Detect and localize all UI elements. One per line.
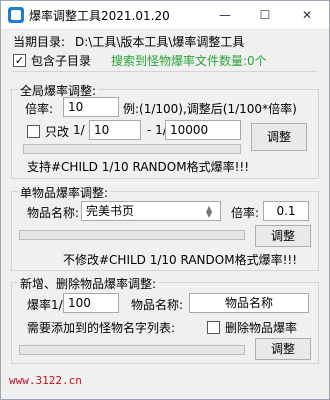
item-progress-bar	[19, 230, 245, 240]
add-rate-input[interactable]: 100	[63, 293, 119, 313]
footer-site-text: www.3122.cn	[9, 374, 82, 387]
add-item-name-input[interactable]: 物品名称	[189, 293, 309, 313]
current-dir-label: 当期目录:	[13, 35, 66, 49]
item-name-label: 物品名称:	[27, 206, 80, 220]
item-name-value: 完美书页	[86, 204, 135, 218]
item-group-legend: 单物品爆率调整:	[18, 184, 111, 201]
global-adjust-button[interactable]: 调整	[251, 123, 307, 151]
global-progress-bar	[23, 144, 241, 154]
search-result-text: 搜索到怪物爆率文件数量:0个	[111, 54, 267, 68]
include-subdirs-checkbox[interactable]: ✓	[13, 54, 26, 67]
range-prefix: 1/	[73, 123, 85, 137]
global-rate-input[interactable]: 10	[63, 97, 119, 117]
global-note: 支持#CHILD 1/10 RANDOM格式爆率!!!	[27, 160, 250, 174]
only-change-label: 只改	[45, 125, 70, 139]
range-dash: - 1/	[147, 123, 167, 137]
close-button[interactable]: ✕	[287, 1, 327, 29]
add-progress-bar	[19, 345, 245, 355]
app-icon	[8, 7, 24, 23]
item-rate-input[interactable]: 0.1	[263, 201, 309, 221]
add-rate-label: 爆率1/	[27, 298, 63, 312]
item-name-input[interactable]: 完美书页 ▲ ▼	[81, 201, 221, 221]
only-change-checkbox[interactable]	[27, 125, 40, 138]
item-adjust-button[interactable]: 调整	[255, 225, 311, 247]
app-window: 爆率调整工具2021.01.20 — ☐ ✕ 当期目录: D:\工具\版本工具\…	[0, 0, 330, 400]
add-adjust-button[interactable]: 调整	[255, 338, 311, 360]
monster-list-label: 需要添加到的怪物名字列表:	[27, 321, 176, 335]
include-subdirs-label: 包含子目录	[31, 54, 92, 68]
add-group-legend: 新增、删除物品爆率调整:	[18, 275, 159, 292]
delete-item-label: 删除物品爆率	[225, 321, 298, 335]
range-from-input[interactable]: 10	[89, 120, 141, 140]
window-title: 爆率调整工具2021.01.20	[29, 9, 170, 23]
global-rate-label: 倍率:	[25, 102, 54, 116]
range-to-input[interactable]: 10000	[165, 120, 241, 140]
minimize-button[interactable]: —	[205, 1, 245, 29]
spin-arrows-icon[interactable]: ▲ ▼	[206, 205, 216, 219]
add-item-name-label: 物品名称:	[131, 298, 184, 312]
item-note: 不修改#CHILD 1/10 RANDOM格式爆率!!!	[63, 253, 298, 267]
title-bar: 爆率调整工具2021.01.20 — ☐ ✕	[1, 1, 329, 30]
global-example-text: 例:(1/100),调整后(1/100*倍率)	[123, 102, 297, 116]
current-dir-value: D:\工具\版本工具\爆率调整工具	[75, 35, 245, 49]
maximize-button[interactable]: ☐	[245, 1, 285, 29]
delete-item-checkbox[interactable]	[207, 321, 220, 334]
item-rate-label: 倍率:	[231, 206, 260, 220]
